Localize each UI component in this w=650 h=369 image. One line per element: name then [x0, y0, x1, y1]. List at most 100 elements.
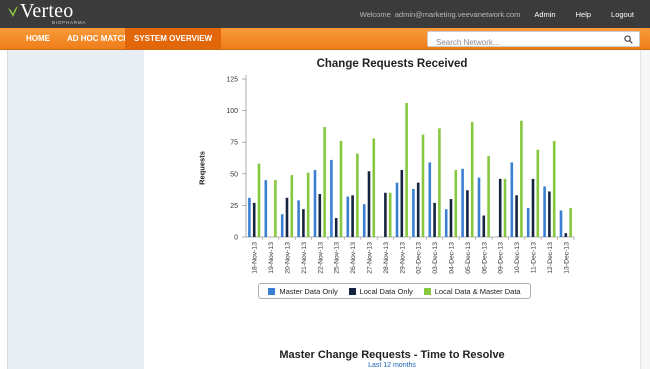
bar	[388, 192, 392, 237]
bar	[536, 149, 540, 237]
bar	[248, 197, 251, 237]
bar	[449, 199, 453, 237]
bar	[405, 103, 408, 238]
bar	[470, 121, 474, 237]
x-tick-label: 28-Nov-13	[383, 242, 390, 274]
bar	[372, 138, 376, 237]
verteo-logo[interactable]: Verteo BIOPHARMA	[4, 0, 124, 26]
bar	[274, 180, 277, 237]
legend-local-data-only[interactable]: Local Data Only	[348, 286, 413, 296]
bar	[461, 168, 464, 237]
bar	[531, 178, 535, 237]
bar	[313, 170, 317, 237]
y-tick-label: 100	[226, 108, 238, 115]
x-tick-label: 20-Nov-13	[285, 242, 292, 274]
x-tick-label: 04-Dec-13	[449, 242, 456, 274]
main-nav: HOME AD HOC MATCH SYSTEM OVERVIEW	[0, 28, 650, 50]
bar	[412, 188, 415, 237]
x-tick-label: 02-Dec-13	[416, 242, 423, 274]
master-swatch	[268, 287, 276, 295]
bar	[564, 233, 568, 237]
local-swatch	[348, 287, 356, 295]
bar	[351, 195, 354, 237]
x-tick-label: 27-Nov-13	[367, 242, 374, 274]
bar	[356, 153, 359, 237]
bar	[323, 127, 326, 237]
user-email: admin@marketing.veevanetwork.com	[394, 9, 521, 19]
admin-link[interactable]: Admin	[534, 10, 555, 19]
bar	[520, 120, 523, 237]
bar	[421, 134, 425, 237]
search-icon[interactable]	[624, 35, 633, 44]
legend-local-and-master[interactable]: Local Data & Master Data	[423, 286, 521, 296]
y-tick-label: 75	[230, 140, 238, 147]
bar	[559, 210, 563, 237]
bar	[257, 163, 261, 237]
bar	[477, 177, 481, 237]
leaf-icon	[8, 6, 18, 17]
x-tick-label: 22-Nov-13	[317, 242, 324, 274]
bar	[302, 209, 305, 237]
x-tick-label: 11-Dec-13	[531, 242, 538, 273]
bar	[416, 182, 420, 237]
logout-link[interactable]: Logout	[611, 10, 634, 19]
bar	[334, 218, 338, 237]
legend-label-local: Local Data Only	[359, 286, 413, 296]
bar	[433, 202, 436, 237]
bar	[362, 204, 366, 237]
bar	[318, 194, 322, 237]
nav-system-overview[interactable]: SYSTEM OVERVIEW	[125, 28, 222, 49]
bar	[330, 159, 333, 237]
legend-master-data-only[interactable]: Master Data Only	[268, 286, 338, 296]
bar	[290, 175, 294, 237]
bar	[384, 192, 387, 237]
y-tick-label: 125	[226, 77, 238, 84]
welcome-label: Welcome	[359, 9, 391, 19]
bar	[526, 207, 530, 237]
y-tick-label: 50	[230, 171, 238, 178]
legend-label-master: Master Data Only	[279, 286, 338, 296]
sidebar-panel	[7, 50, 144, 369]
y-tick-label: 25	[230, 203, 238, 210]
right-scroll-gutter	[640, 50, 650, 369]
bar	[510, 162, 514, 237]
bar	[339, 140, 343, 237]
x-tick-label: 10-Dec-13	[514, 242, 521, 274]
chart2-title: Master Change Requests - Time to Resolve	[279, 349, 505, 361]
x-tick-label: 19-Nov-13	[268, 242, 275, 274]
bar	[285, 197, 289, 237]
bar	[264, 180, 268, 237]
bar	[482, 215, 486, 237]
help-link[interactable]: Help	[576, 10, 591, 19]
bar	[395, 182, 399, 237]
bar	[552, 140, 556, 237]
y-tick-label: 0	[234, 235, 238, 242]
main-content: Change Requests Received Requests 0 25 50 7…	[144, 50, 640, 369]
bar	[543, 186, 546, 237]
bar	[400, 170, 404, 237]
x-tick-label: 09-Dec-13	[498, 242, 505, 274]
bar	[548, 191, 551, 237]
x-tick-label: 25-Nov-13	[334, 242, 341, 274]
chart2-subtitle-link[interactable]: Last 12 months	[144, 362, 640, 369]
x-tick-label: 21-Nov-13	[301, 242, 308, 274]
x-tick-label: 06-Dec-13	[481, 242, 488, 274]
top-bar: Verteo BIOPHARMA Welcome admin@marketing…	[0, 0, 650, 28]
x-tick-label: 03-Dec-13	[432, 242, 439, 274]
x-tick-label: 29-Nov-13	[399, 242, 406, 274]
bar	[466, 190, 469, 237]
bar	[515, 195, 518, 237]
legend-label-both: Local Data & Master Data	[434, 286, 521, 296]
top-nav: Welcome admin@marketing.veevanetwork.com…	[360, 0, 650, 28]
bar	[252, 202, 256, 237]
bar	[346, 196, 350, 237]
bar	[503, 178, 507, 237]
bar	[569, 207, 572, 237]
search-input[interactable]	[428, 35, 618, 50]
bar	[306, 172, 310, 237]
nav-home[interactable]: HOME	[17, 28, 59, 49]
bar	[444, 209, 448, 237]
bar	[367, 171, 371, 237]
bar	[438, 128, 441, 237]
x-tick-label: 05-Dec-13	[465, 242, 472, 274]
